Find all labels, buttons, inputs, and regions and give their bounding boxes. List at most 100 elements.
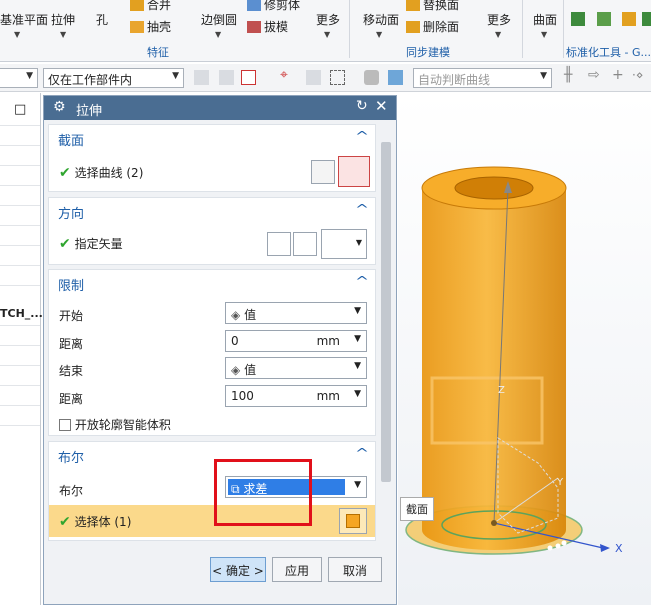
trim-body-button[interactable]: 修剪体	[247, 0, 300, 13]
scope-dropdown[interactable]: 仅在工作部件内 ▼	[43, 68, 184, 88]
chevron-down-icon[interactable]: ▼	[376, 30, 382, 39]
section-direction-header[interactable]: 方向	[58, 203, 84, 222]
navigator-row[interactable]	[0, 225, 40, 226]
box-select-icon[interactable]	[330, 70, 345, 85]
collapse-caret-icon[interactable]: ^	[355, 274, 369, 288]
navigator-row[interactable]	[0, 365, 40, 366]
start-distance-input[interactable]: 0 mm ▼	[225, 330, 367, 352]
group-label-sync: 同步建模	[406, 46, 450, 59]
chevron-down-icon[interactable]: ▼	[215, 30, 221, 39]
vector-icon[interactable]: ⌖	[280, 67, 295, 83]
reverse-direction-icon[interactable]	[267, 232, 291, 256]
dialog-scrollbar[interactable]	[380, 122, 392, 552]
section-limits-header[interactable]: 限制	[58, 275, 84, 294]
navigator-row[interactable]	[0, 405, 40, 406]
section-profile-header[interactable]: 截面	[58, 130, 84, 149]
model-view[interactable]: X Y Z	[398, 93, 651, 605]
move-face-button[interactable]: 移动面	[363, 11, 399, 28]
vector-dialog-icon[interactable]	[293, 232, 317, 256]
replace-face-button[interactable]: 替换面	[406, 0, 459, 13]
snap-icon[interactable]	[219, 70, 234, 85]
unite-button[interactable]: 合并	[130, 0, 171, 13]
snap-more-icon[interactable]: ·⋄	[632, 68, 647, 83]
chevron-down-icon[interactable]: ▼	[541, 30, 547, 39]
specify-vector-row[interactable]: ✔ 指定矢量	[59, 235, 123, 252]
edge-blend-button[interactable]: 边倒圆	[201, 11, 237, 28]
chevron-down-icon[interactable]: ▼	[14, 30, 20, 39]
vector-type-dropdown[interactable]: ▼	[321, 229, 367, 259]
body-filter-icon[interactable]	[388, 70, 403, 85]
standard-tool-icon[interactable]	[622, 12, 636, 26]
body-cube-icon[interactable]	[339, 508, 367, 534]
navigator-row[interactable]	[0, 245, 40, 246]
navigator-row[interactable]	[0, 325, 40, 326]
navigator-row[interactable]	[0, 385, 40, 386]
select-curve-row[interactable]: ✔ 选择曲线 (2)	[59, 164, 143, 181]
datum-plane-button[interactable]: 基准平面	[0, 11, 48, 28]
chevron-down-icon[interactable]: ▼	[495, 30, 501, 39]
navigator-item-label[interactable]: TCH_...	[0, 307, 43, 320]
open-profile-checkbox[interactable]	[59, 419, 71, 431]
collapse-caret-icon[interactable]: ^	[355, 129, 369, 143]
snap-control-icon[interactable]: +	[612, 67, 627, 83]
scrollbar-thumb[interactable]	[381, 142, 391, 482]
end-option-dropdown[interactable]: ◈ 值 ▼	[225, 357, 367, 379]
select-filter-icon[interactable]	[194, 70, 209, 85]
origin-point[interactable]	[491, 520, 497, 526]
sketch-section-icon[interactable]	[311, 160, 335, 184]
surface-button[interactable]: 曲面	[533, 11, 557, 28]
select-body-row[interactable]: ✔ 选择体 (1)	[49, 505, 375, 537]
collapse-caret-icon[interactable]: ^	[355, 202, 369, 216]
more-sync-button[interactable]: 更多	[487, 11, 511, 28]
end-distance-value: 100	[231, 389, 254, 403]
more-features-button[interactable]: 更多	[316, 11, 340, 28]
section-boolean-header[interactable]: 布尔	[58, 447, 84, 466]
extrude-button[interactable]: 拉伸	[51, 11, 75, 28]
shell-button[interactable]: 抽壳	[130, 18, 171, 35]
navigator-row[interactable]	[0, 125, 40, 126]
delete-face-button[interactable]: 删除面	[406, 18, 459, 35]
chevron-down-icon[interactable]: ▼	[324, 30, 330, 39]
curve-rule-dropdown[interactable]: 自动判断曲线 ▼	[413, 68, 552, 88]
standard-tool-icon[interactable]	[642, 12, 651, 26]
reset-icon[interactable]: ↻	[356, 98, 368, 114]
hole-button[interactable]: 孔	[96, 11, 108, 28]
navigator-row[interactable]	[0, 165, 40, 166]
standard-tool-icon[interactable]	[597, 12, 611, 26]
ok-button[interactable]: < 确定 >	[210, 557, 266, 582]
extruded-tube-body[interactable]	[422, 188, 566, 550]
curve-select-icon[interactable]	[338, 156, 370, 187]
handle-point[interactable]	[547, 545, 553, 551]
point-snap-icon[interactable]	[241, 70, 256, 85]
show-hide-icon[interactable]	[364, 70, 379, 85]
navigator-row[interactable]	[0, 185, 40, 186]
curve-rule-icon[interactable]	[306, 70, 321, 85]
axis-y-label: Y	[556, 477, 564, 488]
close-icon[interactable]: ✕	[375, 97, 388, 115]
standard-tool-icon[interactable]	[571, 12, 585, 26]
collapse-caret-icon[interactable]: ^	[355, 446, 369, 460]
apply-button[interactable]: 应用	[272, 557, 322, 582]
draft-button[interactable]: 拔模	[247, 18, 288, 35]
navigator-row[interactable]	[0, 145, 40, 146]
snap-end-icon[interactable]: ╫	[564, 67, 579, 83]
snap-mid-icon[interactable]: ⇨	[588, 67, 603, 83]
navigator-row[interactable]	[0, 425, 40, 426]
start-option-dropdown[interactable]: ◈ 值 ▼	[225, 302, 367, 324]
navigator-row[interactable]	[0, 205, 40, 206]
navigator-row[interactable]	[0, 345, 40, 346]
navigator-row[interactable]	[0, 265, 40, 266]
handle-point[interactable]	[555, 543, 561, 549]
navigator-row[interactable]	[0, 285, 40, 286]
gear-icon[interactable]: ⚙	[53, 99, 66, 115]
type-filter-dropdown[interactable]: ▼	[0, 68, 38, 88]
tube-inner-hole[interactable]	[454, 176, 534, 200]
handle-point[interactable]	[561, 540, 567, 546]
dialog-title-bar[interactable]: ⚙ 拉伸 ↻ ✕	[44, 96, 396, 120]
end-distance-input[interactable]: 100 mm ▼	[225, 385, 367, 407]
open-profile-row[interactable]: 开放轮廓智能体积	[59, 416, 171, 433]
maximize-icon[interactable]: □	[14, 102, 26, 117]
cancel-button[interactable]: 取消	[328, 557, 382, 582]
chevron-down-icon[interactable]: ▼	[60, 30, 66, 39]
graphics-viewport[interactable]: X Y Z	[398, 93, 651, 605]
